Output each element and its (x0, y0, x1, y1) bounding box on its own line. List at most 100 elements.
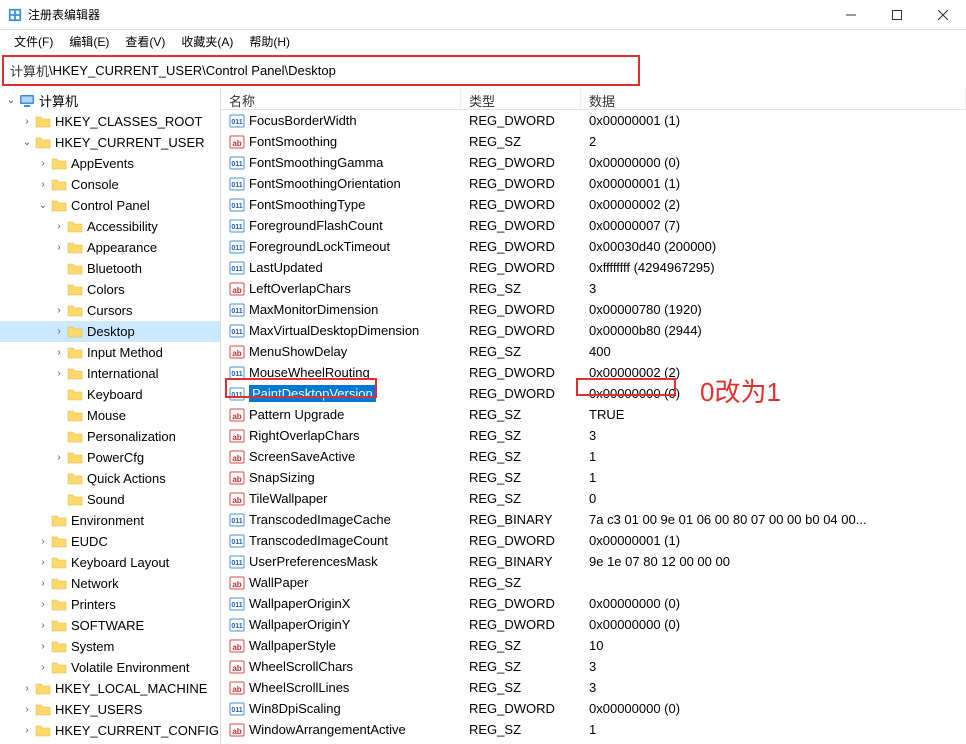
chevron-right-icon[interactable]: › (36, 640, 50, 654)
list-row[interactable]: abMenuShowDelayREG_SZ400 (221, 341, 966, 362)
list-row[interactable]: abLeftOverlapCharsREG_SZ3 (221, 278, 966, 299)
tree-international[interactable]: ›International (0, 363, 220, 384)
list-row[interactable]: 011LastUpdatedREG_DWORD0xffffffff (42949… (221, 257, 966, 278)
tree-bluetooth[interactable]: Bluetooth (0, 258, 220, 279)
list-row[interactable]: abScreenSaveActiveREG_SZ1 (221, 446, 966, 467)
menu-edit[interactable]: 编辑(E) (61, 30, 117, 53)
list-row[interactable]: 011UserPreferencesMaskREG_BINARY9e 1e 07… (221, 551, 966, 572)
chevron-right-icon[interactable]: › (52, 220, 66, 234)
address-bar[interactable]: 计算机\HKEY_CURRENT_USER\Control Panel\Desk… (10, 61, 632, 80)
list-row[interactable]: abWallpaperStyleREG_SZ10 (221, 635, 966, 656)
tree-hkcu[interactable]: ⌄HKEY_CURRENT_USER (0, 132, 220, 153)
close-button[interactable] (920, 0, 966, 30)
tree-hkcr[interactable]: ›HKEY_CLASSES_ROOT (0, 111, 220, 132)
list-row[interactable]: abRightOverlapCharsREG_SZ3 (221, 425, 966, 446)
tree-hklm[interactable]: ›HKEY_LOCAL_MACHINE (0, 678, 220, 699)
chevron-right-icon[interactable]: › (52, 325, 66, 339)
chevron-right-icon[interactable]: › (52, 367, 66, 381)
chevron-right-icon[interactable]: › (36, 619, 50, 633)
chevron-right-icon[interactable]: › (36, 661, 50, 675)
list-row[interactable]: abPattern UpgradeREG_SZTRUE (221, 404, 966, 425)
tree-volatileenv[interactable]: ›Volatile Environment (0, 657, 220, 678)
list-row[interactable]: 011WallpaperOriginXREG_DWORD0x00000000 (… (221, 593, 966, 614)
tree-inputmethod[interactable]: ›Input Method (0, 342, 220, 363)
tree-software[interactable]: ›SOFTWARE (0, 615, 220, 636)
tree-desktop[interactable]: ›Desktop (0, 321, 220, 342)
chevron-right-icon[interactable]: › (20, 703, 34, 717)
list-row[interactable]: 011Win8DpiScalingREG_DWORD0x00000000 (0) (221, 698, 966, 719)
col-name[interactable]: 名称 (221, 88, 461, 109)
list-row[interactable]: 011ForegroundFlashCountREG_DWORD0x000000… (221, 215, 966, 236)
tree-console[interactable]: ›Console (0, 174, 220, 195)
col-type[interactable]: 类型 (461, 88, 581, 109)
minimize-button[interactable] (828, 0, 874, 30)
maximize-button[interactable] (874, 0, 920, 30)
tree-quickactions[interactable]: Quick Actions (0, 468, 220, 489)
tree-powercfg[interactable]: ›PowerCfg (0, 447, 220, 468)
menu-favorites[interactable]: 收藏夹(A) (173, 30, 241, 53)
col-data[interactable]: 数据 (581, 88, 966, 109)
list-row[interactable]: 011MaxVirtualDesktopDimensionREG_DWORD0x… (221, 320, 966, 341)
chevron-right-icon[interactable]: › (52, 241, 66, 255)
tree-printers[interactable]: ›Printers (0, 594, 220, 615)
menu-help[interactable]: 帮助(H) (241, 30, 298, 53)
list-row[interactable]: 011TranscodedImageCacheREG_BINARY7a c3 0… (221, 509, 966, 530)
chevron-right-icon[interactable]: › (52, 304, 66, 318)
chevron-right-icon[interactable]: › (52, 346, 66, 360)
values-list[interactable]: 名称 类型 数据 011FocusBorderWidthREG_DWORD0x0… (221, 88, 966, 744)
tree-hku[interactable]: ›HKEY_USERS (0, 699, 220, 720)
chevron-right-icon[interactable]: › (52, 451, 66, 465)
list-row[interactable]: 011ForegroundLockTimeoutREG_DWORD0x00030… (221, 236, 966, 257)
tree-accessibility[interactable]: ›Accessibility (0, 216, 220, 237)
menu-view[interactable]: 查看(V) (117, 30, 173, 53)
chevron-down-icon[interactable]: ⌄ (4, 94, 18, 108)
chevron-right-icon[interactable]: › (36, 178, 50, 192)
list-row[interactable]: 011FocusBorderWidthREG_DWORD0x00000001 (… (221, 110, 966, 131)
list-row[interactable]: 011FontSmoothingTypeREG_DWORD0x00000002 … (221, 194, 966, 215)
tree-cursors[interactable]: ›Cursors (0, 300, 220, 321)
tree-controlpanel[interactable]: ⌄Control Panel (0, 195, 220, 216)
chevron-right-icon[interactable]: › (36, 598, 50, 612)
svg-text:011: 011 (231, 392, 242, 399)
tree-sound[interactable]: Sound (0, 489, 220, 510)
chevron-right-icon[interactable]: › (36, 157, 50, 171)
list-row[interactable]: abFontSmoothingREG_SZ2 (221, 131, 966, 152)
menu-file[interactable]: 文件(F) (6, 30, 61, 53)
tree-personalization[interactable]: Personalization (0, 426, 220, 447)
tree-appevents[interactable]: ›AppEvents (0, 153, 220, 174)
tree-colors[interactable]: Colors (0, 279, 220, 300)
list-row[interactable]: abTileWallpaperREG_SZ0 (221, 488, 966, 509)
list-row[interactable]: 011WallpaperOriginYREG_DWORD0x00000000 (… (221, 614, 966, 635)
tree-hkcc[interactable]: ›HKEY_CURRENT_CONFIG (0, 720, 220, 741)
tree-appearance[interactable]: ›Appearance (0, 237, 220, 258)
value-name: MaxVirtualDesktopDimension (249, 323, 419, 338)
tree-eudc[interactable]: ›EUDC (0, 531, 220, 552)
list-row[interactable]: 011FontSmoothingGammaREG_DWORD0x00000000… (221, 152, 966, 173)
list-row[interactable]: abWallPaperREG_SZ (221, 572, 966, 593)
list-row[interactable]: 011FontSmoothingOrientationREG_DWORD0x00… (221, 173, 966, 194)
chevron-right-icon[interactable]: › (36, 577, 50, 591)
chevron-right-icon[interactable]: › (20, 682, 34, 696)
list-row[interactable]: abWindowArrangementActiveREG_SZ1 (221, 719, 966, 740)
chevron-right-icon[interactable]: › (20, 724, 34, 738)
tree-network[interactable]: ›Network (0, 573, 220, 594)
tree-environment[interactable]: Environment (0, 510, 220, 531)
tree-mouse[interactable]: Mouse (0, 405, 220, 426)
list-row[interactable]: abWheelScrollLinesREG_SZ3 (221, 677, 966, 698)
list-row[interactable]: 011PaintDesktopVersionREG_DWORD0x0000000… (221, 383, 966, 404)
tree-root[interactable]: ⌄计算机 (0, 90, 220, 111)
tree-view[interactable]: ⌄计算机 ›HKEY_CLASSES_ROOT ⌄HKEY_CURRENT_US… (0, 88, 221, 744)
list-row[interactable]: 011MaxMonitorDimensionREG_DWORD0x0000078… (221, 299, 966, 320)
list-row[interactable]: abSnapSizingREG_SZ1 (221, 467, 966, 488)
chevron-right-icon[interactable]: › (20, 115, 34, 129)
list-row[interactable]: abWheelScrollCharsREG_SZ3 (221, 656, 966, 677)
tree-system[interactable]: ›System (0, 636, 220, 657)
chevron-right-icon[interactable]: › (36, 535, 50, 549)
chevron-down-icon[interactable]: ⌄ (36, 199, 50, 213)
tree-keyboard[interactable]: Keyboard (0, 384, 220, 405)
chevron-down-icon[interactable]: ⌄ (20, 136, 34, 150)
tree-keyboardlayout[interactable]: ›Keyboard Layout (0, 552, 220, 573)
list-row[interactable]: 011MouseWheelRoutingREG_DWORD0x00000002 … (221, 362, 966, 383)
chevron-right-icon[interactable]: › (36, 556, 50, 570)
list-row[interactable]: 011TranscodedImageCountREG_DWORD0x000000… (221, 530, 966, 551)
